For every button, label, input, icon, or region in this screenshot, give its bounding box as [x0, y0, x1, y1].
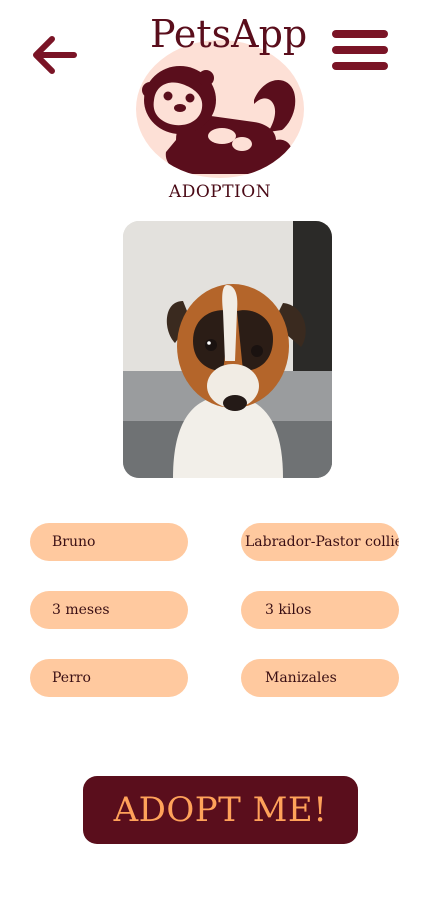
- pet-breed-field: Labrador-Pastor collie: [241, 523, 399, 561]
- pet-age-field: 3 meses: [30, 591, 188, 629]
- back-button[interactable]: [28, 30, 80, 82]
- menu-button[interactable]: [332, 30, 388, 78]
- section-label: ADOPTION: [168, 182, 272, 202]
- arrow-left-icon: [33, 36, 77, 74]
- hamburger-menu-icon: [332, 30, 388, 70]
- pet-weight-field: 3 kilos: [241, 591, 399, 629]
- app-title: PetsApp: [150, 12, 308, 56]
- app-logo: [136, 40, 304, 178]
- pet-species-field: Perro: [30, 659, 188, 697]
- pet-city-field: Manizales: [241, 659, 399, 697]
- adopt-me-button[interactable]: ADOPT ME!: [83, 776, 358, 844]
- otter-logo-icon: [142, 66, 296, 175]
- puppy-photo: [123, 221, 332, 478]
- pet-photo: [123, 221, 332, 478]
- pet-name-field: Bruno: [30, 523, 188, 561]
